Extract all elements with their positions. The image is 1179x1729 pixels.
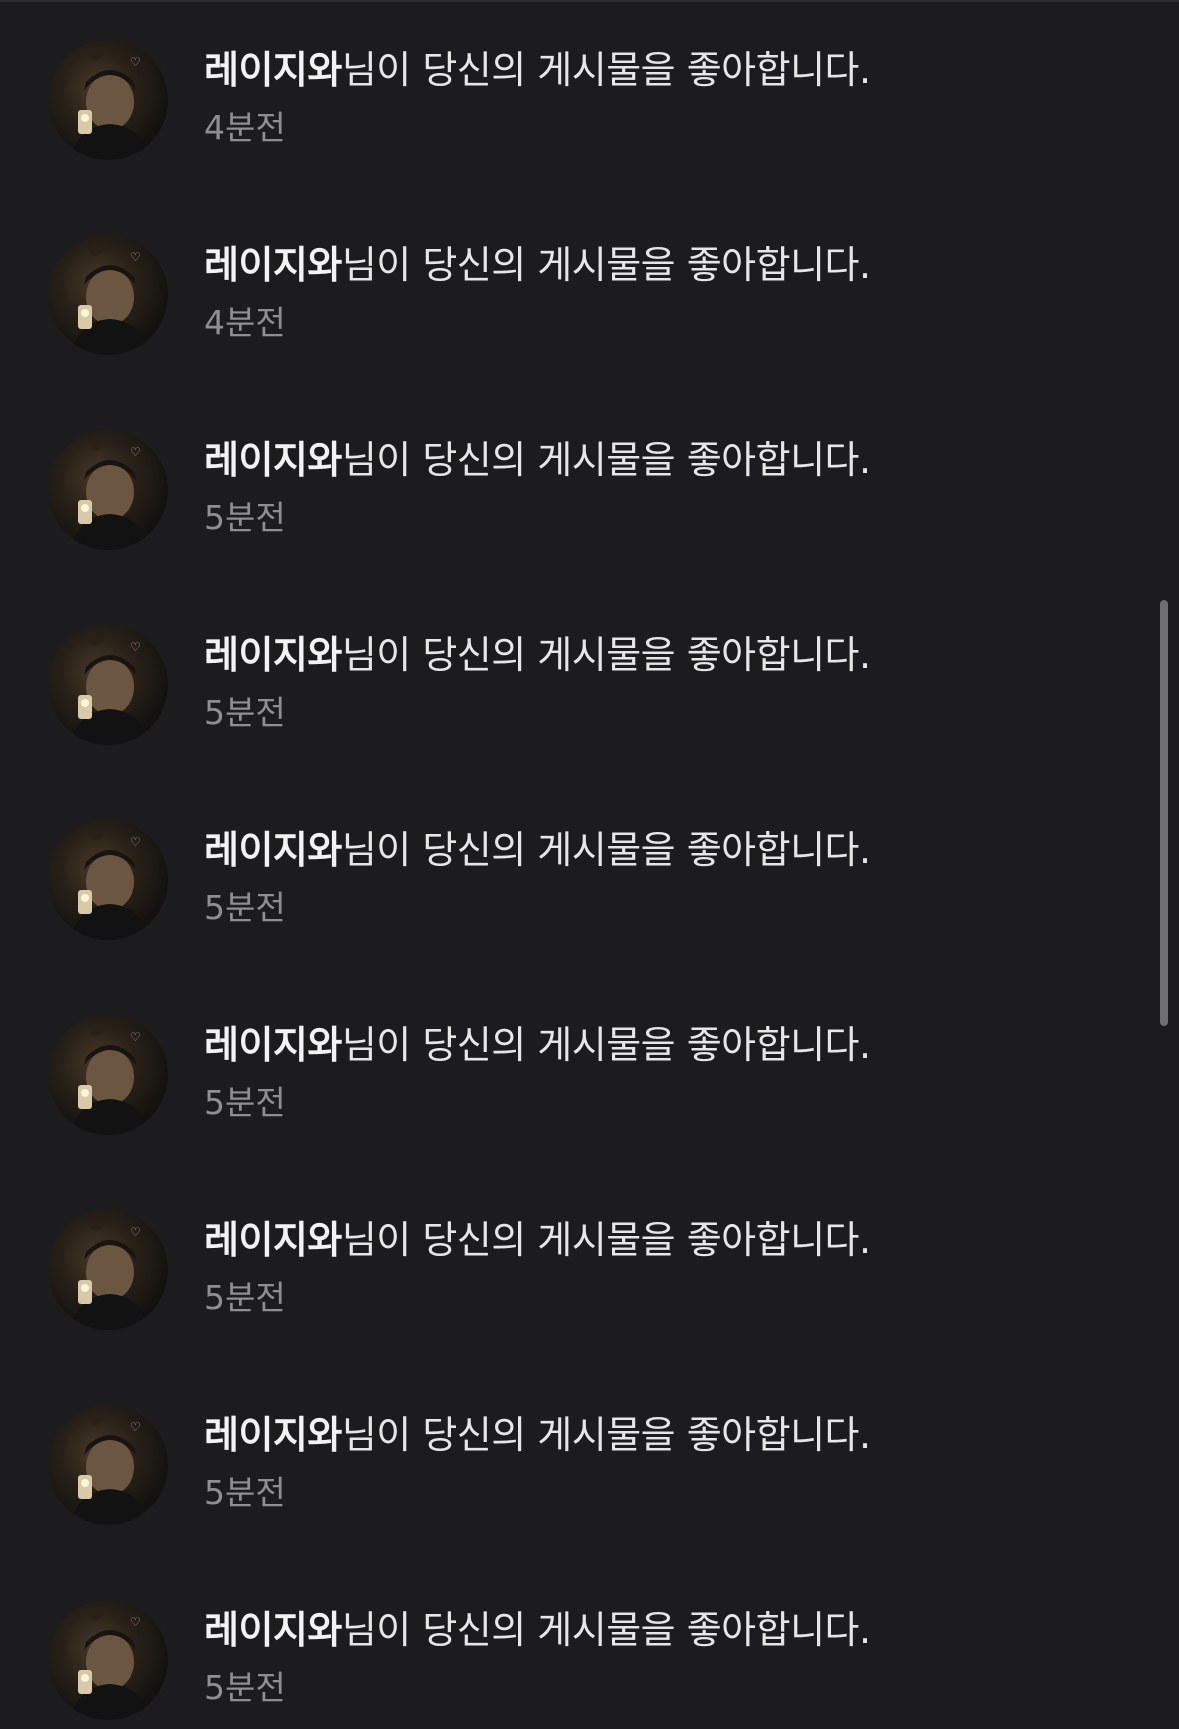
scrollbar[interactable] (1160, 600, 1168, 1026)
message-text: 님이 당신의 게시물을 좋아합니다. (341, 243, 871, 287)
timestamp: 5분전 (204, 1473, 286, 1512)
notification-message: 레이지와님이 당신의 게시물을 좋아합니다. (204, 1409, 1104, 1461)
message-text: 님이 당신의 게시물을 좋아합니다. (341, 438, 871, 482)
svg-text:♡: ♡ (130, 835, 141, 849)
username[interactable]: 레이지와 (204, 1023, 342, 1067)
svg-text:♡: ♡ (130, 1030, 141, 1044)
username[interactable]: 레이지와 (204, 1413, 342, 1457)
avatar-photo: ♡ (70, 1218, 150, 1330)
notification-item[interactable]: ♡ 레이지와님이 당신의 게시물을 좋아합니다. 5분전 (0, 585, 1150, 745)
timestamp: 5분전 (204, 888, 286, 927)
avatar[interactable]: ♡ (48, 820, 168, 940)
username[interactable]: 레이지와 (204, 243, 342, 287)
message-text: 님이 당신의 게시물을 좋아합니다. (341, 1218, 871, 1262)
notification-message: 레이지와님이 당신의 게시물을 좋아합니다. (204, 239, 1104, 291)
notification-message: 레이지와님이 당신의 게시물을 좋아합니다. (204, 1604, 1104, 1656)
timestamp: 4분전 (204, 108, 286, 147)
notification-item[interactable]: ♡ 레이지와님이 당신의 게시물을 좋아합니다. 4분전 (0, 0, 1150, 160)
avatar[interactable]: ♡ (48, 1600, 168, 1720)
avatar[interactable]: ♡ (48, 1405, 168, 1525)
svg-text:♡: ♡ (130, 250, 141, 264)
notification-item[interactable]: ♡ 레이지와님이 당신의 게시물을 좋아합니다. 5분전 (0, 780, 1150, 940)
svg-text:♡: ♡ (130, 1420, 141, 1434)
notification-item[interactable]: ♡ 레이지와님이 당신의 게시물을 좋아합니다. 5분전 (0, 1170, 1150, 1330)
message-text: 님이 당신의 게시물을 좋아합니다. (341, 1413, 871, 1457)
notification-message: 레이지와님이 당신의 게시물을 좋아합니다. (204, 1019, 1104, 1071)
timestamp: 5분전 (204, 693, 286, 732)
avatar[interactable]: ♡ (48, 1210, 168, 1330)
timestamp: 5분전 (204, 1083, 286, 1122)
timestamp: 4분전 (204, 303, 286, 342)
avatar[interactable]: ♡ (48, 235, 168, 355)
message-text: 님이 당신의 게시물을 좋아합니다. (341, 1608, 871, 1652)
notification-message: 레이지와님이 당신의 게시물을 좋아합니다. (204, 824, 1104, 876)
username[interactable]: 레이지와 (204, 828, 342, 872)
avatar-photo: ♡ (70, 438, 150, 550)
svg-text:♡: ♡ (130, 55, 141, 69)
message-text: 님이 당신의 게시물을 좋아합니다. (341, 633, 871, 677)
svg-text:♡: ♡ (130, 1615, 141, 1629)
avatar-photo: ♡ (70, 1413, 150, 1525)
avatar-photo: ♡ (70, 1023, 150, 1135)
svg-text:♡: ♡ (130, 1225, 141, 1239)
notification-message: 레이지와님이 당신의 게시물을 좋아합니다. (204, 44, 1104, 96)
notification-item[interactable]: ♡ 레이지와님이 당신의 게시물을 좋아합니다. 5분전 (0, 390, 1150, 550)
notification-message: 레이지와님이 당신의 게시물을 좋아합니다. (204, 629, 1104, 681)
message-text: 님이 당신의 게시물을 좋아합니다. (341, 1023, 871, 1067)
avatar[interactable]: ♡ (48, 1015, 168, 1135)
avatar-photo: ♡ (70, 243, 150, 355)
message-text: 님이 당신의 게시물을 좋아합니다. (341, 48, 871, 92)
timestamp: 5분전 (204, 1668, 286, 1707)
message-text: 님이 당신의 게시물을 좋아합니다. (341, 828, 871, 872)
svg-text:♡: ♡ (130, 640, 141, 654)
avatar-photo: ♡ (70, 828, 150, 940)
svg-text:♡: ♡ (130, 445, 141, 459)
notification-item[interactable]: ♡ 레이지와님이 당신의 게시물을 좋아합니다. 5분전 (0, 1560, 1150, 1720)
username[interactable]: 레이지와 (204, 48, 342, 92)
username[interactable]: 레이지와 (204, 633, 342, 677)
avatar[interactable]: ♡ (48, 430, 168, 550)
username[interactable]: 레이지와 (204, 1218, 342, 1262)
avatar-photo: ♡ (70, 633, 150, 745)
avatar[interactable]: ♡ (48, 40, 168, 160)
avatar-photo: ♡ (70, 48, 150, 160)
notification-item[interactable]: ♡ 레이지와님이 당신의 게시물을 좋아합니다. 5분전 (0, 975, 1150, 1135)
timestamp: 5분전 (204, 1278, 286, 1317)
timestamp: 5분전 (204, 498, 286, 537)
notification-message: 레이지와님이 당신의 게시물을 좋아합니다. (204, 434, 1104, 486)
avatar-photo: ♡ (70, 1608, 150, 1720)
notification-item[interactable]: ♡ 레이지와님이 당신의 게시물을 좋아합니다. 5분전 (0, 1365, 1150, 1525)
username[interactable]: 레이지와 (204, 438, 342, 482)
notification-message: 레이지와님이 당신의 게시물을 좋아합니다. (204, 1214, 1104, 1266)
avatar[interactable]: ♡ (48, 625, 168, 745)
username[interactable]: 레이지와 (204, 1608, 342, 1652)
notification-item[interactable]: ♡ 레이지와님이 당신의 게시물을 좋아합니다. 4분전 (0, 195, 1150, 355)
